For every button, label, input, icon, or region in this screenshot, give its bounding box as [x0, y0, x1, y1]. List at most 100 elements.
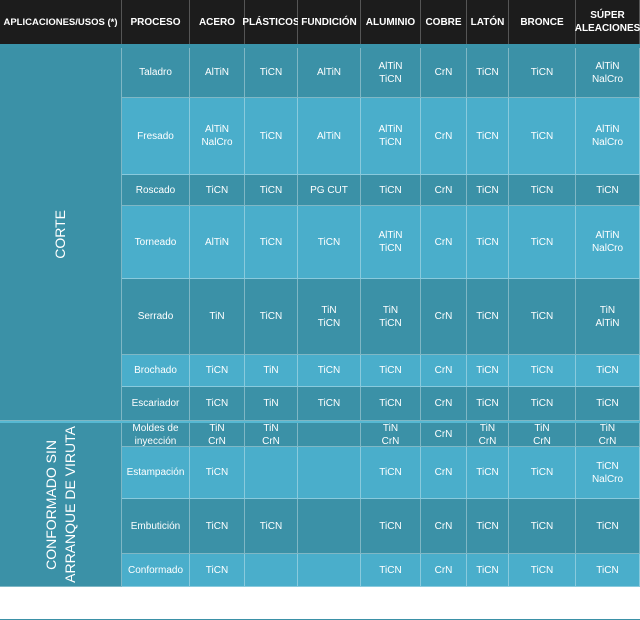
coating-cell: TiCN [245, 175, 298, 206]
coating-cell: TiCN [509, 48, 576, 98]
coating-cell [298, 499, 361, 554]
column-header: ALUMINIO [361, 0, 421, 44]
coating-cell: TiCN [576, 499, 640, 554]
coating-cell: TiCN [245, 48, 298, 98]
coating-cell: PG CUT [298, 175, 361, 206]
coating-cell: TiCN [361, 447, 421, 499]
coating-cell [245, 554, 298, 587]
coating-cell: TiCN [509, 279, 576, 355]
column-header: FUNDICIÓN [298, 0, 361, 44]
process-cell: Embutición [122, 499, 190, 554]
coating-cell: CrN [421, 387, 467, 421]
coating-cell: AlTiN [190, 48, 245, 98]
coating-cell: TiCN [509, 387, 576, 421]
coating-cell: CrN [421, 355, 467, 387]
process-cell: Serrado [122, 279, 190, 355]
coating-cell: TiCN [245, 206, 298, 279]
coating-cell: CrN [421, 98, 467, 175]
coating-cell: CrN [421, 447, 467, 499]
process-cell: Escariador [122, 387, 190, 421]
coating-cell: TiCN [467, 279, 509, 355]
coating-cell: TiCN [298, 355, 361, 387]
process-cell: Estampación [122, 447, 190, 499]
coating-cell: TiN CrN [190, 423, 245, 447]
coating-cell: TiCN [509, 355, 576, 387]
coating-cell: TiN CrN [245, 423, 298, 447]
column-header: BRONCE [509, 0, 576, 44]
column-header: PROCESO [122, 0, 190, 44]
coating-cell: TiCN [509, 554, 576, 587]
coating-cell: TiN TiCN [298, 279, 361, 355]
coating-cell: TiN [245, 355, 298, 387]
process-cell: Taladro [122, 48, 190, 98]
coating-cell: CrN [421, 499, 467, 554]
coating-cell: TiCN [467, 175, 509, 206]
coating-cell: TiCN [298, 387, 361, 421]
coating-cell [298, 423, 361, 447]
coating-cell: TiN [190, 279, 245, 355]
coating-cell: AlTiN [298, 48, 361, 98]
coating-cell: CrN [421, 48, 467, 98]
coating-cell: TiCN [467, 48, 509, 98]
coating-cell: CrN [421, 175, 467, 206]
column-header: SÚPER ALEACIONES [575, 0, 640, 44]
coating-cell: TiCN [245, 98, 298, 175]
coating-cell: CrN [421, 554, 467, 587]
process-cell: Fresado [122, 98, 190, 175]
coating-cell: TiCN [576, 387, 640, 421]
process-cell: Torneado [122, 206, 190, 279]
coating-cell: TiN TiCN [361, 279, 421, 355]
coatings-table: APLICACIONES/USOS (*) PROCESO ACERO PLÁSTIC… [0, 0, 640, 620]
coating-cell: TiN CrN [467, 423, 509, 447]
coating-cell: TiN [245, 387, 298, 421]
coating-cell: TiCN [190, 355, 245, 387]
coating-cell [245, 447, 298, 499]
coating-cell: TiCN [576, 175, 640, 206]
process-cell: Conformado [122, 554, 190, 587]
coating-cell: AlTiN [190, 206, 245, 279]
coating-cell: TiCN [467, 98, 509, 175]
coating-cell: TiCN NalCro [576, 447, 640, 499]
coating-cell: TiCN [298, 206, 361, 279]
column-header: ACERO [190, 0, 245, 44]
coating-cell: TiCN [361, 355, 421, 387]
coating-cell: TiCN [467, 499, 509, 554]
coating-cell: TiN AlTiN [576, 279, 640, 355]
coating-cell: TiCN [361, 499, 421, 554]
group-label-cell: CONFORMADO SIN ARRANQUE DE VIRUTA [0, 423, 122, 587]
coating-cell: TiN CrN [509, 423, 576, 447]
coating-cell: TiCN [245, 499, 298, 554]
process-cell: Brochado [122, 355, 190, 387]
coating-cell: TiCN [467, 554, 509, 587]
coating-cell: AlTiN NalCro [576, 98, 640, 175]
group-label: CORTE [52, 209, 68, 259]
coating-cell: TiCN [509, 499, 576, 554]
coating-cell: TiCN [467, 206, 509, 279]
coating-cell: TiCN [509, 206, 576, 279]
coating-cell: TiCN [190, 554, 245, 587]
group-label: CONFORMADO SIN ARRANQUE DE VIRUTA [42, 426, 78, 583]
coating-cell: AlTiN TiCN [361, 48, 421, 98]
coating-cell: TiCN [361, 554, 421, 587]
coating-cell: TiCN [245, 279, 298, 355]
column-header: APLICACIONES/USOS (*) [0, 0, 122, 44]
coating-cell: AlTiN NalCro [190, 98, 245, 175]
coating-cell: TiCN [190, 447, 245, 499]
coating-cell: TiN CrN [361, 423, 421, 447]
coating-cell: TiCN [509, 447, 576, 499]
coating-cell: CrN [421, 423, 467, 447]
coating-cell: TiCN [467, 447, 509, 499]
column-header: COBRE [421, 0, 467, 44]
coating-cell: TiCN [467, 387, 509, 421]
coating-cell: TiCN [190, 499, 245, 554]
column-header: LATÓN [467, 0, 509, 44]
column-header: PLÁSTICOS [242, 0, 300, 44]
coating-cell: TiCN [361, 175, 421, 206]
process-cell: Roscado [122, 175, 190, 206]
coating-cell: TiCN [509, 98, 576, 175]
coating-cell: TiCN [509, 175, 576, 206]
coating-cell: AlTiN NalCro [576, 48, 640, 98]
coating-cell: TiCN [190, 387, 245, 421]
coating-cell: TiCN [576, 554, 640, 587]
coating-cell: CrN [421, 279, 467, 355]
